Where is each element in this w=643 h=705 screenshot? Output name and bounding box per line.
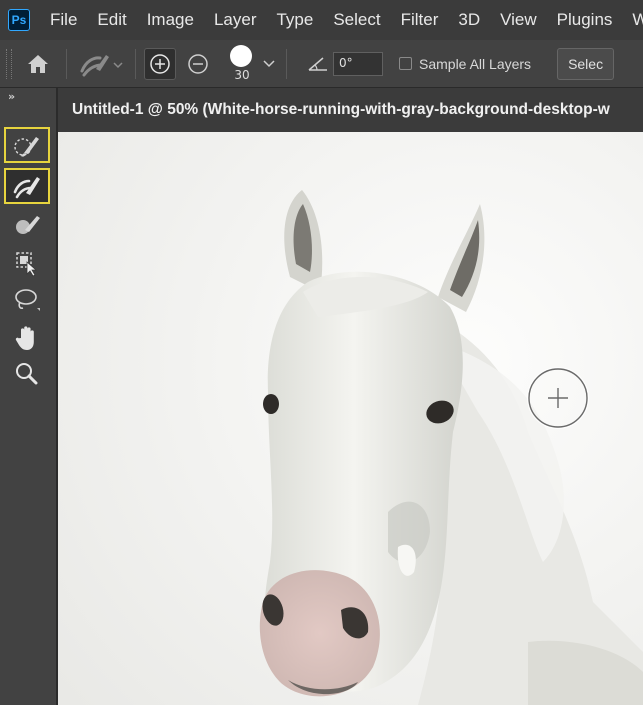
zoom-icon bbox=[16, 363, 38, 385]
collapse-panel-button[interactable]: » bbox=[8, 90, 15, 103]
menu-file[interactable]: File bbox=[40, 10, 87, 30]
brush-icon bbox=[16, 216, 40, 234]
object-selection-tool[interactable] bbox=[4, 245, 50, 281]
menu-layer[interactable]: Layer bbox=[204, 10, 267, 30]
menu-view[interactable]: View bbox=[490, 10, 547, 30]
select-subject-label: Selec bbox=[568, 55, 604, 72]
minus-circle-icon bbox=[188, 53, 208, 74]
brush-size-dropdown[interactable] bbox=[260, 49, 278, 79]
refine-edge-brush-icon bbox=[13, 177, 40, 199]
hand-icon bbox=[15, 326, 34, 350]
photoshop-logo-icon[interactable]: Ps bbox=[8, 9, 30, 31]
brush-size-picker[interactable]: 30 bbox=[224, 42, 260, 86]
plus-circle-icon bbox=[150, 53, 170, 74]
quick-selection-brush-icon bbox=[14, 137, 39, 157]
home-icon bbox=[28, 54, 48, 73]
options-bar: 30 0° Sample All Layers Selec bbox=[0, 40, 643, 88]
document-canvas[interactable] bbox=[58, 132, 643, 705]
brush-size-preview bbox=[230, 44, 252, 67]
options-bar-grip[interactable] bbox=[6, 48, 12, 79]
zoom-tool[interactable] bbox=[4, 356, 50, 392]
sample-all-layers-label[interactable]: Sample All Layers bbox=[419, 56, 531, 72]
separator bbox=[66, 48, 67, 79]
select-subject-button[interactable]: Selec bbox=[557, 47, 615, 80]
separator bbox=[286, 48, 287, 79]
refine-edge-brush-tool[interactable] bbox=[4, 168, 50, 204]
home-button[interactable] bbox=[18, 44, 58, 84]
angle-icon bbox=[303, 49, 333, 79]
lasso-tool[interactable] bbox=[4, 282, 50, 318]
menu-type[interactable]: Type bbox=[266, 10, 323, 30]
horse-image bbox=[58, 132, 643, 705]
lasso-icon bbox=[15, 289, 40, 311]
menu-edit[interactable]: Edit bbox=[87, 10, 136, 30]
quick-selection-tool[interactable] bbox=[4, 127, 50, 163]
menu-3d[interactable]: 3D bbox=[448, 10, 490, 30]
angle-input[interactable]: 0° bbox=[333, 51, 383, 76]
tools-panel: » bbox=[0, 88, 56, 705]
separator bbox=[135, 48, 136, 79]
tool-preset-picker[interactable] bbox=[75, 44, 127, 84]
hand-tool[interactable] bbox=[4, 320, 50, 356]
document-tab[interactable]: Untitled-1 @ 50% (White-horse-running-wi… bbox=[58, 88, 643, 132]
subtract-from-selection-button[interactable] bbox=[182, 48, 214, 80]
menu-select[interactable]: Select bbox=[323, 10, 390, 30]
document-tab-title: Untitled-1 @ 50% (White-horse-running-wi… bbox=[72, 101, 610, 118]
chevron-down-icon bbox=[263, 59, 275, 67]
brush-size-value: 30 bbox=[234, 67, 250, 82]
menu-bar: Ps File Edit Image Layer Type Select Fil… bbox=[0, 0, 643, 40]
sample-all-layers-checkbox[interactable] bbox=[399, 57, 412, 70]
menu-window[interactable]: Winc bbox=[622, 10, 643, 30]
refine-brush-preset-icon bbox=[80, 54, 123, 76]
object-selection-icon bbox=[16, 252, 38, 277]
menu-plugins[interactable]: Plugins bbox=[547, 10, 623, 30]
menu-image[interactable]: Image bbox=[137, 10, 204, 30]
menu-filter[interactable]: Filter bbox=[391, 10, 449, 30]
brush-tool[interactable] bbox=[4, 208, 50, 244]
add-to-selection-button[interactable] bbox=[144, 47, 176, 80]
